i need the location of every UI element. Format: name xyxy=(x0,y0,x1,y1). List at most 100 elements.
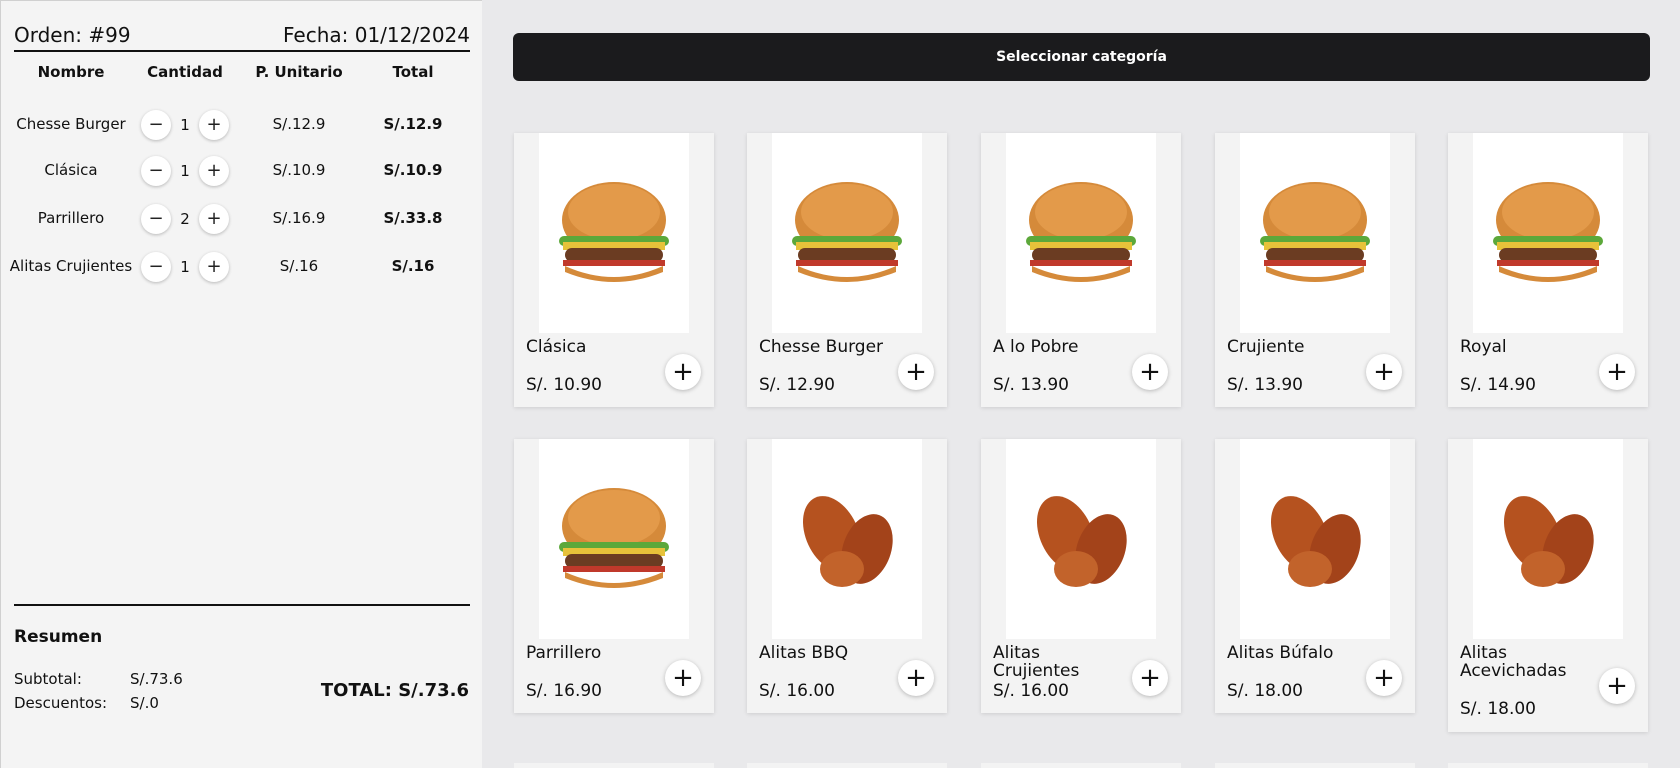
burger-icon xyxy=(772,133,922,333)
add-to-order-button[interactable]: + xyxy=(1599,668,1635,704)
unit-price: S/.16 xyxy=(279,257,319,275)
product-image xyxy=(1448,439,1648,639)
chicken-wings-icon xyxy=(1473,439,1623,639)
add-to-order-button[interactable]: + xyxy=(1599,354,1635,390)
line-total: S/.10.9 xyxy=(383,161,443,179)
chicken-wings-icon xyxy=(1240,439,1390,639)
quantity-stepper: − 1 + xyxy=(141,109,229,141)
chicken-wings-icon xyxy=(1006,439,1156,639)
decrease-button[interactable]: − xyxy=(141,156,171,186)
line-total: S/.33.8 xyxy=(383,209,443,227)
order-row: Alitas Crujientes − 1 + S/.16 S/.16 xyxy=(1,251,483,285)
chicken-wings-icon xyxy=(772,439,922,639)
product-name: Royal xyxy=(1460,337,1507,357)
product-card[interactable]: Parrillero S/. 16.90 + xyxy=(514,439,714,713)
product-price: S/. 16.00 xyxy=(759,681,835,701)
order-row: Chesse Burger − 1 + S/.12.9 S/.12.9 xyxy=(1,109,483,143)
increase-button[interactable]: + xyxy=(199,204,229,234)
product-price: S/. 16.00 xyxy=(993,681,1069,701)
add-to-order-button[interactable]: + xyxy=(1366,660,1402,696)
column-unit-price: P. Unitario xyxy=(255,63,343,81)
product-price: S/. 13.90 xyxy=(1227,375,1303,395)
product-image xyxy=(514,439,714,639)
quantity-stepper: − 2 + xyxy=(141,203,229,235)
unit-price: S/.10.9 xyxy=(272,161,326,179)
product-card[interactable]: A lo Pobre S/. 13.90 + xyxy=(981,133,1181,407)
product-image xyxy=(1215,439,1415,639)
order-panel: Orden: #99 Fecha: 01/12/2024 Nombre Cant… xyxy=(0,0,482,768)
product-image xyxy=(1448,133,1648,333)
decrease-button[interactable]: − xyxy=(141,204,171,234)
add-to-order-button[interactable]: + xyxy=(665,660,701,696)
item-name: Parrillero xyxy=(37,209,105,227)
item-name: Clásica xyxy=(44,161,98,179)
line-total: S/.12.9 xyxy=(383,115,443,133)
product-name: Alitas BBQ xyxy=(759,643,849,663)
product-image xyxy=(1215,133,1415,333)
product-card-partial xyxy=(1215,763,1415,768)
product-card[interactable]: Crujiente S/. 13.90 + xyxy=(1215,133,1415,407)
product-name: Parrillero xyxy=(526,643,602,663)
product-catalog: Seleccionar categoría Clásica S/. 10.90 + C… xyxy=(482,0,1680,768)
order-table-header: Nombre Cantidad P. Unitario Total xyxy=(1,63,483,85)
burger-icon xyxy=(1473,133,1623,333)
product-image xyxy=(981,439,1181,639)
add-to-order-button[interactable]: + xyxy=(1132,660,1168,696)
increase-button[interactable]: + xyxy=(199,110,229,140)
product-card[interactable]: Alitas Búfalo S/. 18.00 + xyxy=(1215,439,1415,713)
product-card[interactable]: Royal S/. 14.90 + xyxy=(1448,133,1648,407)
product-card[interactable]: Alitas Crujientes S/. 16.00 + xyxy=(981,439,1181,713)
order-date: Fecha: 01/12/2024 xyxy=(282,23,470,47)
product-price: S/. 10.90 xyxy=(526,375,602,395)
order-row: Parrillero − 2 + S/.16.9 S/.33.8 xyxy=(1,203,483,237)
product-price: S/. 14.90 xyxy=(1460,375,1536,395)
add-to-order-button[interactable]: + xyxy=(665,354,701,390)
line-total: S/.16 xyxy=(391,257,435,275)
product-price: S/. 13.90 xyxy=(993,375,1069,395)
add-to-order-button[interactable]: + xyxy=(898,354,934,390)
product-name: Alitas Búfalo xyxy=(1227,643,1334,663)
quantity-value: 1 xyxy=(180,162,190,180)
product-price: S/. 18.00 xyxy=(1227,681,1303,701)
unit-price: S/.12.9 xyxy=(272,115,326,133)
summary-divider xyxy=(14,604,470,606)
product-card[interactable]: Alitas Acevichadas S/. 18.00 + xyxy=(1448,439,1648,732)
product-card-partial xyxy=(1448,763,1648,768)
product-price: S/. 18.00 xyxy=(1460,699,1536,719)
increase-button[interactable]: + xyxy=(199,252,229,282)
discount-label: Descuentos: xyxy=(14,694,108,712)
product-card-partial xyxy=(981,763,1181,768)
product-name: Chesse Burger xyxy=(759,337,884,357)
order-row: Clásica − 1 + S/.10.9 S/.10.9 xyxy=(1,155,483,189)
add-to-order-button[interactable]: + xyxy=(898,660,934,696)
product-card-partial xyxy=(514,763,714,768)
decrease-button[interactable]: − xyxy=(141,110,171,140)
column-quantity: Cantidad xyxy=(147,63,223,81)
column-name: Nombre xyxy=(37,63,105,81)
summary-title: Resumen xyxy=(14,627,103,647)
quantity-value: 1 xyxy=(180,258,190,276)
increase-button[interactable]: + xyxy=(199,156,229,186)
add-to-order-button[interactable]: + xyxy=(1132,354,1168,390)
product-price: S/. 12.90 xyxy=(759,375,835,395)
grand-total: TOTAL: S/.73.6 xyxy=(320,680,469,701)
product-name: Crujiente xyxy=(1227,337,1305,357)
product-card[interactable]: Clásica S/. 10.90 + xyxy=(514,133,714,407)
quantity-stepper: − 1 + xyxy=(141,251,229,283)
product-price: S/. 16.90 xyxy=(526,681,602,701)
unit-price: S/.16.9 xyxy=(272,209,326,227)
quantity-value: 2 xyxy=(180,210,190,228)
item-name: Alitas Crujientes xyxy=(9,257,133,275)
product-card[interactable]: Chesse Burger S/. 12.90 + xyxy=(747,133,947,407)
burger-icon xyxy=(539,439,689,639)
burger-icon xyxy=(1006,133,1156,333)
burger-icon xyxy=(539,133,689,333)
order-number: Orden: #99 xyxy=(14,23,131,47)
product-image xyxy=(747,133,947,333)
product-image xyxy=(747,439,947,639)
decrease-button[interactable]: − xyxy=(141,252,171,282)
product-name: Alitas Acevichadas xyxy=(1460,643,1567,681)
product-card[interactable]: Alitas BBQ S/. 16.00 + xyxy=(747,439,947,713)
select-category-button[interactable]: Seleccionar categoría xyxy=(513,33,1650,81)
add-to-order-button[interactable]: + xyxy=(1366,354,1402,390)
